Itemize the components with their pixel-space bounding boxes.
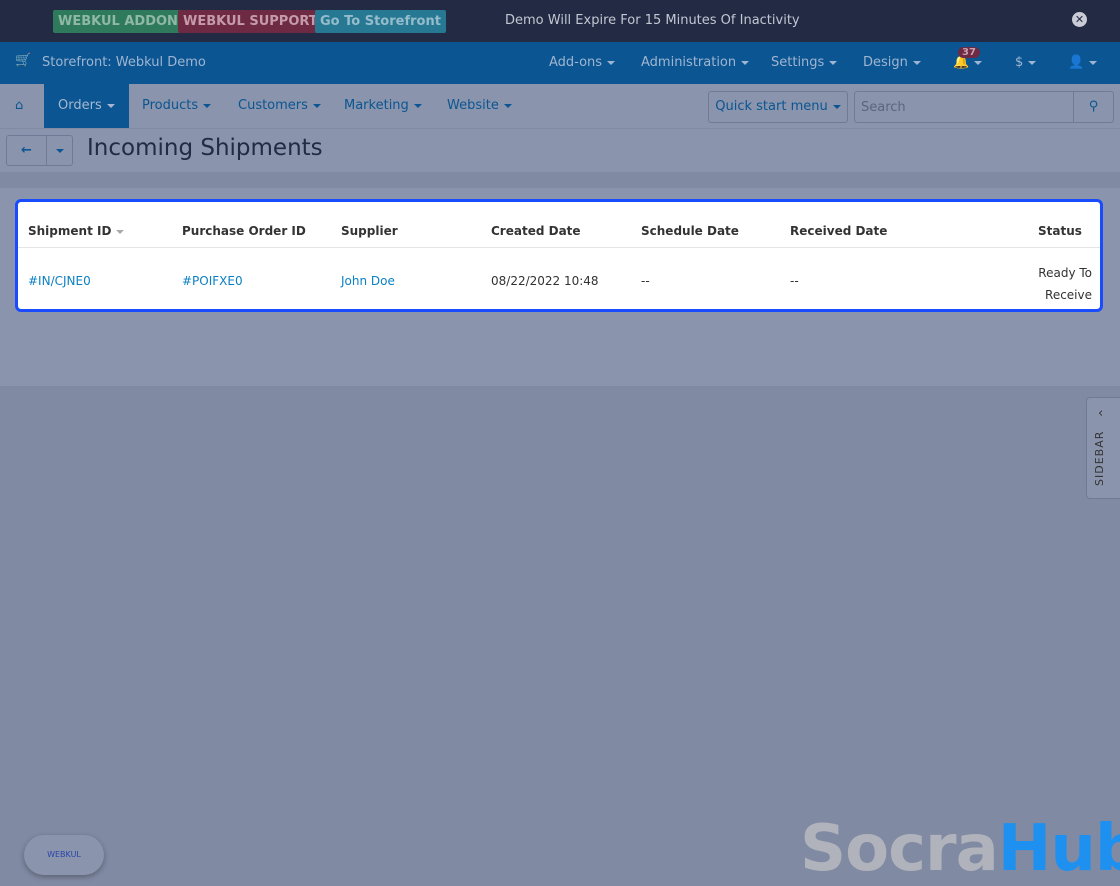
search-box: ⚲ — [854, 91, 1114, 123]
shipments-table: Shipment ID Purchase Order ID Supplier C… — [15, 199, 1103, 312]
menu-label: Add-ons — [549, 55, 603, 70]
home-icon[interactable]: ⌂ — [0, 84, 38, 128]
column-header-supplier: Supplier — [341, 224, 398, 238]
page-title: Incoming Shipments — [87, 135, 323, 161]
nav-label: Website — [447, 98, 499, 113]
search-input[interactable] — [855, 92, 1075, 122]
quick-start-label: Quick start menu — [715, 99, 828, 114]
status-line: Ready To — [1038, 266, 1092, 280]
status-line: Receive — [1045, 288, 1092, 302]
chevron-down-icon[interactable] — [47, 136, 73, 165]
nav-customers[interactable]: Customers — [224, 84, 335, 128]
nav-marketing[interactable]: Marketing — [330, 84, 436, 128]
nav-products[interactable]: Products — [128, 84, 225, 128]
brand-part: Hub — [997, 812, 1120, 886]
column-header-status: Status — [1038, 224, 1082, 238]
demo-expiry-notice: Demo Will Expire For 15 Minutes Of Inact… — [505, 13, 800, 28]
user-menu[interactable]: 👤 — [1068, 55, 1098, 70]
column-header-shipment-id[interactable]: Shipment ID — [28, 224, 125, 238]
back-button-group: ← — [6, 135, 73, 166]
nav-orders[interactable]: Orders — [44, 84, 129, 128]
divider — [18, 247, 1100, 248]
chevron-left-icon: ‹ — [1098, 406, 1104, 421]
nav-label: Products — [142, 98, 199, 113]
demo-top-bar: WEBKUL ADDON WEBKUL SUPPORT Go To Storef… — [0, 0, 1120, 42]
schedule-date: -- — [641, 274, 650, 288]
shipment-id-link[interactable]: #IN/CJNE0 — [28, 274, 91, 288]
column-header-purchase-order-id: Purchase Order ID — [182, 224, 306, 238]
received-date: -- — [790, 274, 799, 288]
purchase-order-link[interactable]: #POIFXE0 — [182, 274, 243, 288]
arrow-left-icon[interactable]: ← — [7, 136, 47, 165]
webkul-support-button[interactable]: WEBKUL SUPPORT — [178, 10, 323, 33]
storefront-link[interactable]: Storefront: Webkul Demo — [42, 55, 206, 70]
page-title-bar: ← Incoming Shipments — [0, 128, 1120, 172]
menu-design[interactable]: Design — [863, 55, 921, 70]
menu-addons[interactable]: Add-ons — [549, 55, 616, 70]
webkul-logo: WEBKUL — [47, 850, 81, 859]
supplier-link[interactable]: John Doe — [341, 274, 395, 288]
close-icon[interactable]: ✕ — [1072, 12, 1087, 27]
menu-label: Administration — [641, 55, 737, 70]
header-label: Shipment ID — [28, 224, 112, 238]
socrahub-watermark: SocraHub — [800, 812, 1120, 886]
sidebar-toggle[interactable]: ‹ SIDEBAR — [1086, 397, 1120, 499]
nav-label: Customers — [238, 98, 308, 113]
webkul-addon-button[interactable]: WEBKUL ADDON — [53, 10, 183, 33]
cart-icon: 🛒 — [15, 53, 32, 68]
column-header-created-date: Created Date — [491, 224, 581, 238]
webkul-widget[interactable]: WEBKUL — [24, 835, 104, 875]
brand-part: Socra — [800, 812, 999, 886]
created-date: 08/22/2022 10:48 — [491, 274, 599, 288]
menu-label: Design — [863, 55, 908, 70]
menu-settings[interactable]: Settings — [771, 55, 838, 70]
search-icon[interactable]: ⚲ — [1073, 92, 1113, 122]
nav-label: Marketing — [344, 98, 409, 113]
nav-label: Orders — [58, 98, 102, 113]
notification-count: 37 — [958, 47, 980, 58]
status-text: Ready To Receive — [1038, 262, 1092, 306]
nav-website[interactable]: Website — [433, 84, 526, 128]
column-header-schedule-date: Schedule Date — [641, 224, 739, 238]
go-to-storefront-button[interactable]: Go To Storefront — [315, 10, 446, 33]
menu-label: Settings — [771, 55, 825, 70]
currency-label: $ — [1015, 55, 1024, 70]
currency-menu[interactable]: $ — [1015, 55, 1037, 70]
admin-header: 🛒 Storefront: Webkul Demo Add-ons Admini… — [0, 42, 1120, 84]
menu-administration[interactable]: Administration — [641, 55, 750, 70]
sidebar-label: SIDEBAR — [1093, 430, 1106, 486]
user-icon: 👤 — [1068, 55, 1085, 70]
quick-start-menu-button[interactable]: Quick start menu — [708, 91, 848, 123]
column-header-received-date: Received Date — [790, 224, 888, 238]
